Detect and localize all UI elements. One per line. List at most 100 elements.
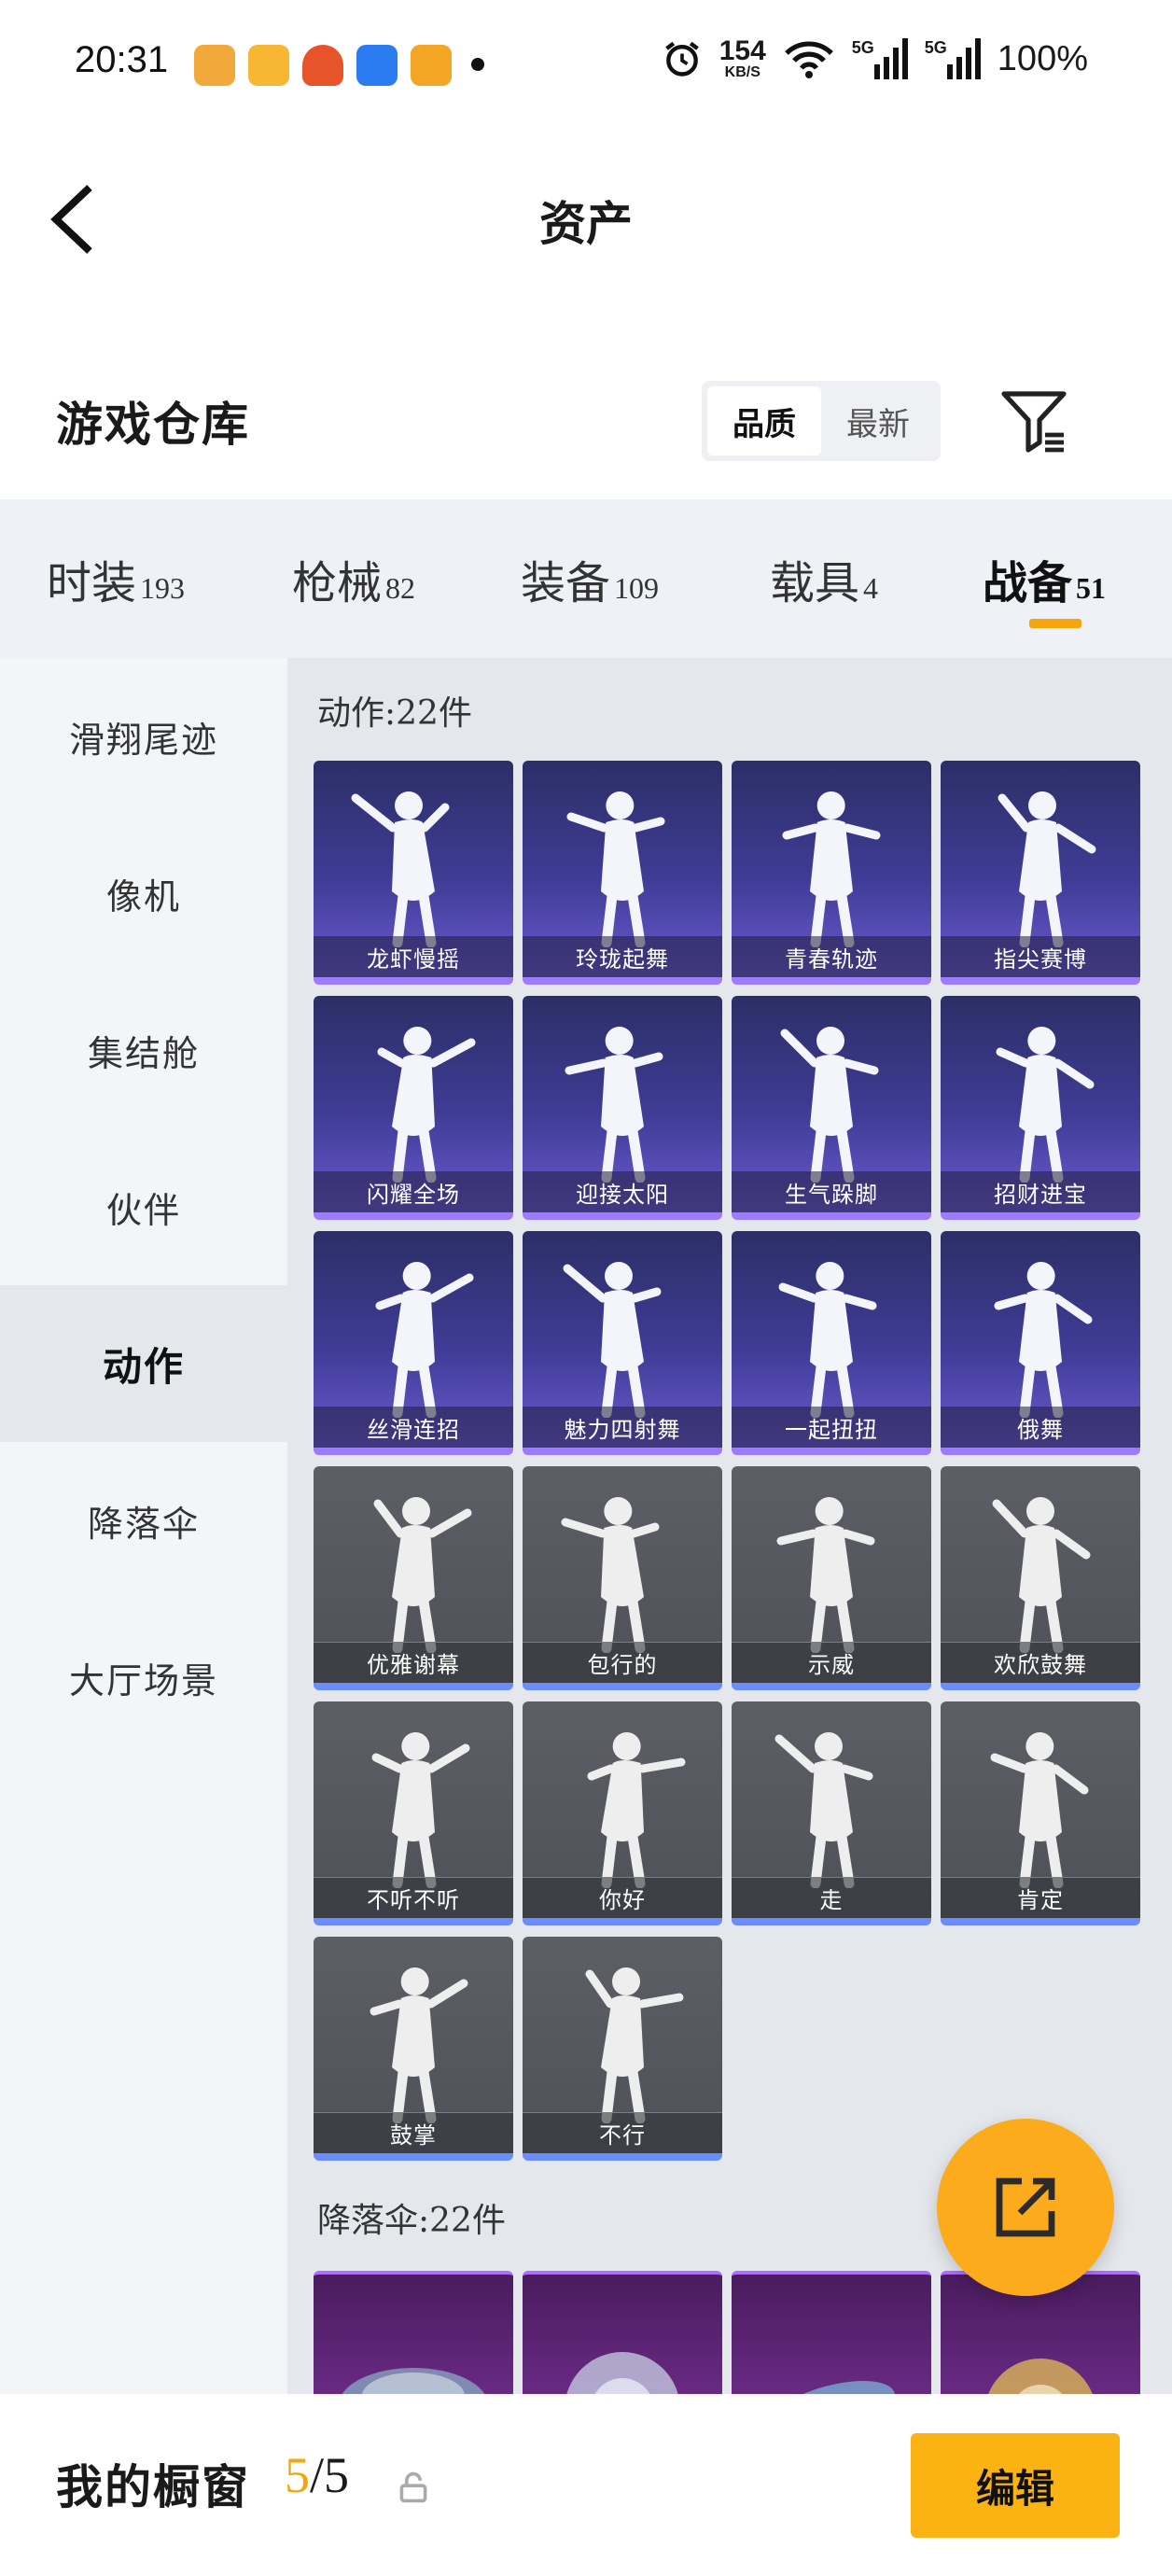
emote-figure-icon [774,1732,873,1888]
action-card-label: 鼓掌 [314,2112,513,2153]
sidebar-item-glide-trail[interactable]: 滑翔尾迹 [0,658,287,815]
emote-figure-icon [373,1497,472,1653]
action-card[interactable]: 肯定 [941,1701,1140,1925]
parachute-section-title: 降落伞:22件 [317,2202,506,2240]
action-card[interactable]: 你好 [523,1701,722,1925]
emote-figure-icon [351,791,450,947]
alarm-icon [664,41,699,77]
emote-figure-icon [565,1027,663,1183]
action-card-label: 俄舞 [941,1407,1140,1448]
action-card-label: 优雅谢幕 [314,1642,513,1683]
action-card[interactable]: 龙虾慢摇 [314,761,513,985]
action-card[interactable]: 青春轨迹 [732,761,931,985]
action-card[interactable]: 走 [732,1701,931,1925]
share-fab[interactable] [937,2119,1114,2296]
action-card-label: 丝滑连招 [314,1407,513,1448]
sidebar-item-parachute[interactable]: 降落伞 [0,1442,287,1599]
filter-button[interactable] [997,383,1071,457]
action-card-label: 生气跺脚 [732,1171,931,1212]
sidebar: 滑翔尾迹 像机 集结舱 伙伴 动作 降落伞 大厅场景 [0,658,287,2394]
emote-figure-icon [566,791,665,947]
action-card[interactable]: 不听不听 [314,1701,513,1925]
emote-figure-icon [585,1967,684,2123]
emote-figure-icon [370,1967,468,2123]
action-card-label: 青春轨迹 [732,936,931,977]
action-card-label: 不听不听 [314,1877,513,1918]
action-card[interactable]: 闪耀全场 [314,996,513,1220]
sidebar-item-assembly-pod[interactable]: 集结舱 [0,972,287,1128]
active-tab-indicator [1029,619,1081,628]
parachute-image [342,2368,485,2394]
parachute-image [768,2381,895,2394]
action-card[interactable]: 招财进宝 [941,996,1140,1220]
parachute-card[interactable] [523,2271,722,2394]
lock-icon [399,2471,427,2503]
action-card-label: 示威 [732,1642,931,1683]
emote-figure-icon [994,1262,1093,1418]
sort-newest-button[interactable]: 最新 [821,386,935,455]
emote-figure-icon [782,791,881,947]
emote-figure-icon [375,1262,474,1418]
battery-level: 100% [997,38,1088,78]
tab-fashion[interactable]: 时装 193 [47,546,185,611]
parachute-card[interactable] [314,2271,513,2394]
emote-figure-icon [371,1732,470,1888]
emote-figure-icon [587,1732,686,1888]
parachute-image [566,2352,678,2394]
sidebar-item-partner[interactable]: 伙伴 [0,1128,287,1285]
sort-quality-button[interactable]: 品质 [707,386,821,455]
showcase-count: 5/5 [285,2447,350,2503]
notification-app-icons [194,45,452,86]
more-notifications-dot [471,58,484,71]
alipay-icon [356,45,398,86]
action-card[interactable]: 欢欣鼓舞 [941,1466,1140,1690]
action-card[interactable]: 丝滑连招 [314,1231,513,1455]
action-card[interactable]: 优雅谢幕 [314,1466,513,1690]
wifi-icon [784,41,833,78]
action-card[interactable]: 包行的 [523,1466,722,1690]
emote-figure-icon [998,791,1096,947]
sidebar-item-lobby-scene[interactable]: 大厅场景 [0,1599,287,1756]
action-card-label: 迎接太阳 [523,1171,722,1212]
warehouse-header: 游戏仓库 品质 最新 [0,308,1172,499]
action-card[interactable]: 魅力四射舞 [523,1231,722,1455]
action-card-label: 欢欣鼓舞 [941,1642,1140,1683]
action-card-label: 走 [732,1877,931,1918]
showcase-title: 我的橱窗 [56,2459,250,2514]
action-card[interactable]: 鼓掌 [314,1937,513,2161]
action-card[interactable]: 不行 [523,1937,722,2161]
emote-figure-icon [996,1027,1095,1183]
emote-figure-icon [778,1262,877,1418]
parachute-card[interactable] [732,2271,931,2394]
action-card[interactable]: 指尖赛博 [941,761,1140,985]
status-time: 20:31 [75,39,169,80]
action-card[interactable]: 迎接太阳 [523,996,722,1220]
warehouse-title: 游戏仓库 [56,397,250,452]
emote-figure-icon [780,1027,879,1183]
sidebar-item-actions[interactable]: 动作 [0,1285,287,1442]
sort-toggle: 品质 最新 [702,381,941,461]
action-card-label: 包行的 [523,1642,722,1683]
action-card[interactable]: 玲珑起舞 [523,761,722,985]
filter-icon [1001,391,1067,453]
tab-vehicles[interactable]: 载具 4 [770,546,878,611]
action-card-label: 指尖赛博 [941,936,1140,977]
action-card-label: 肯定 [941,1877,1140,1918]
sidebar-item-camera[interactable]: 像机 [0,815,287,972]
app-icon-5 [411,45,452,86]
edit-button[interactable]: 编辑 [911,2433,1120,2538]
app-icon-1 [194,45,235,86]
action-card-label: 龙虾慢摇 [314,936,513,977]
emote-figure-icon [776,1497,875,1653]
status-right: 154 KB/S 5G 5G 100% [662,37,1088,80]
status-bar: 20:31 154 KB/S 5G 5G 100% [0,0,1172,131]
action-card[interactable]: 示威 [732,1466,931,1690]
emote-figure-icon [990,1732,1089,1888]
action-card-label: 一起扭扭 [732,1407,931,1448]
action-card[interactable]: 生气跺脚 [732,996,931,1220]
tab-firearms[interactable]: 枪械 82 [292,546,415,611]
action-card[interactable]: 俄舞 [941,1231,1140,1455]
action-card[interactable]: 一起扭扭 [732,1231,931,1455]
tab-battle-prep[interactable]: 战备 51 [983,546,1106,611]
tab-equipment[interactable]: 装备 109 [521,546,659,611]
